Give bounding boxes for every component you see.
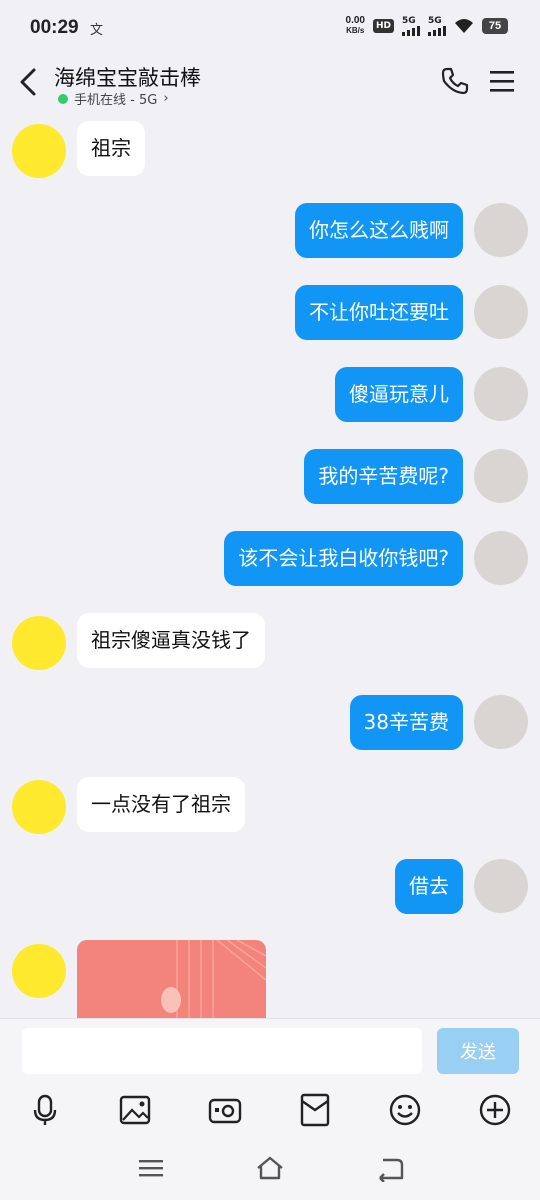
wifi-icon [455, 19, 473, 33]
message-bubble[interactable]: 借去 [395, 859, 463, 914]
message-bubble[interactable]: 你怎么这么贱啊 [295, 203, 463, 258]
self-avatar[interactable] [474, 695, 528, 749]
message-bubble[interactable]: 该不会让我白收你钱吧? [224, 531, 463, 586]
red-packet-card[interactable] [77, 940, 266, 1018]
online-dot [58, 93, 68, 104]
contact-avatar[interactable] [12, 780, 66, 834]
network-speed-value: 0.00 [345, 15, 365, 26]
message-bubble[interactable]: 祖宗傻逼真没钱了 [77, 613, 265, 668]
self-avatar[interactable] [474, 859, 528, 913]
message-bubble[interactable]: 傻逼玩意儿 [335, 367, 463, 422]
status-bar: 00:29 文 0.00 KB/s HD 5G 5G 75 [0, 0, 540, 56]
self-avatar[interactable] [474, 449, 528, 503]
signal-icon: 5G [402, 16, 420, 36]
more-menu-icon[interactable] [488, 68, 516, 94]
camera-icon[interactable] [207, 1092, 243, 1128]
sim1-label: 5G [402, 16, 416, 26]
contact-avatar[interactable] [12, 616, 66, 670]
signal-icon-2: 5G [428, 16, 446, 36]
input-bar: 发送 [0, 1018, 540, 1080]
self-avatar[interactable] [474, 285, 528, 339]
online-status[interactable]: 手机在线 - 5G › [58, 89, 169, 108]
status-time: 00:29 [30, 17, 79, 38]
self-avatar[interactable] [474, 531, 528, 585]
system-nav-bar [0, 1140, 540, 1200]
message-bubble[interactable]: 我的辛苦费呢? [304, 449, 463, 504]
message-bubble[interactable]: 不让你吐还要吐 [295, 285, 463, 340]
battery-icon: 75 [482, 18, 508, 34]
contact-avatar[interactable] [12, 944, 66, 998]
penguin-icon [161, 987, 181, 1013]
self-avatar[interactable] [474, 367, 528, 421]
message-input[interactable] [22, 1028, 422, 1074]
message-bubble[interactable]: 一点没有了祖宗 [77, 777, 245, 832]
home-icon[interactable] [255, 1154, 285, 1182]
image-icon[interactable] [117, 1092, 153, 1128]
hd-badge: HD [372, 19, 394, 33]
contact-name[interactable]: 海绵宝宝敲击棒 [54, 62, 201, 92]
back-arrow-icon[interactable] [14, 66, 46, 98]
message-bubble[interactable]: 祖宗 [77, 121, 145, 176]
chat-toolbar [0, 1080, 540, 1140]
network-speed-unit: KB/s [346, 26, 365, 35]
translate-icon: 文 [90, 23, 104, 38]
message-list[interactable]: 祖宗 你怎么这么贱啊 不让你吐还要吐 傻逼玩意儿 我的辛苦费呢? 该不会让我白收… [0, 114, 540, 1018]
phone-icon[interactable] [440, 66, 470, 96]
message-bubble[interactable]: 38辛苦费 [349, 695, 463, 750]
send-button[interactable]: 发送 [437, 1028, 519, 1074]
online-status-text: 手机在线 - 5G [74, 93, 158, 108]
menu-icon[interactable] [136, 1154, 166, 1182]
contact-avatar[interactable] [12, 124, 66, 178]
back-icon[interactable] [375, 1154, 405, 1182]
status-icons: 0.00 KB/s HD 5G 5G 75 [346, 16, 508, 36]
red-packet-pattern [161, 940, 266, 1018]
plus-icon[interactable] [477, 1092, 513, 1128]
chevron-right-icon: › [163, 91, 169, 106]
sim2-label: 5G [428, 16, 442, 26]
red-packet-icon[interactable] [297, 1092, 333, 1128]
microphone-icon[interactable] [27, 1092, 63, 1128]
chat-header: 海绵宝宝敲击棒 手机在线 - 5G › [0, 56, 540, 114]
self-avatar[interactable] [474, 203, 528, 257]
emoji-icon[interactable] [387, 1092, 423, 1128]
network-speed: 0.00 KB/s [346, 16, 365, 36]
